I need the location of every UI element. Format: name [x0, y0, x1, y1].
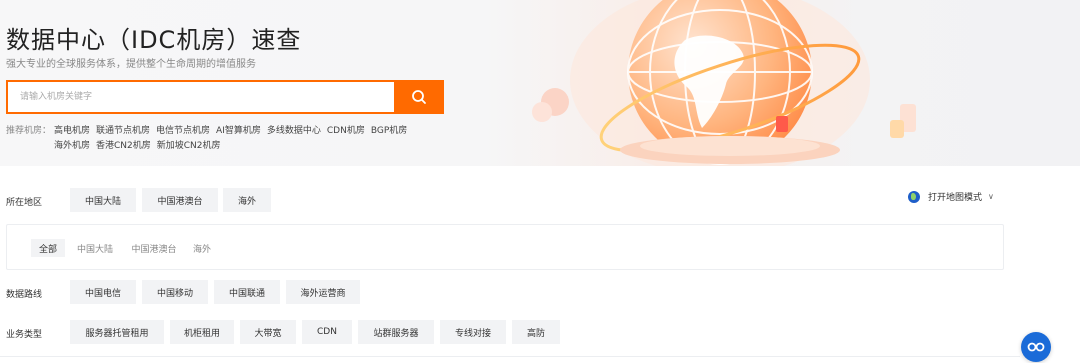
line-label: 数据路线: [6, 290, 43, 300]
recommend-link[interactable]: AI智算机房: [216, 124, 261, 139]
business-option-private-line[interactable]: 专线对接: [440, 320, 506, 344]
business-option-site-group[interactable]: 站群服务器: [358, 320, 434, 344]
recommend-link[interactable]: 联通节点机房: [96, 124, 150, 139]
recommend-link[interactable]: CDN机房: [327, 124, 365, 139]
business-option-cabinet[interactable]: 机柜租用: [170, 320, 234, 344]
business-option-cdn[interactable]: CDN: [302, 320, 352, 344]
line-option-overseas[interactable]: 海外运营商: [286, 280, 360, 304]
search-input[interactable]: [6, 80, 394, 114]
recommended-rooms: 推荐机房： 高电机房 联通节点机房 电信节点机房 AI智算机房 多线数据中心 C…: [6, 124, 446, 154]
region-option-mainland[interactable]: 中国大陆: [70, 188, 136, 212]
map-mode-label: 打开地图模式: [928, 193, 983, 203]
divider: [0, 356, 1020, 357]
recommend-link[interactable]: 高电机房: [54, 124, 90, 139]
business-option-bandwidth[interactable]: 大带宽: [240, 320, 296, 344]
recommend-link[interactable]: 香港CN2机房: [96, 139, 151, 154]
line-option-unicom[interactable]: 中国联通: [214, 280, 280, 304]
hero-globe-illustration: [532, 0, 916, 166]
sub-region-mainland[interactable]: 中国大陆: [71, 239, 119, 257]
assistant-icon: [1027, 342, 1045, 352]
business-option-ddos[interactable]: 高防: [512, 320, 560, 344]
recommend-link[interactable]: BGP机房: [371, 124, 407, 139]
sub-region-hk-mo-tw[interactable]: 中国港澳台: [125, 239, 183, 257]
floating-assistant-button[interactable]: [1021, 332, 1051, 362]
search-icon: [412, 90, 426, 104]
region-label: 所在地区: [6, 198, 43, 208]
sub-region-panel: 全部 中国大陆 中国港澳台 海外: [6, 224, 1004, 270]
page-subtitle: 强大专业的全球服务体系，提供整个生命周期的增值服务: [6, 59, 256, 70]
page-title: 数据中心（IDC机房）速查: [6, 26, 302, 54]
line-option-mobile[interactable]: 中国移动: [142, 280, 208, 304]
recommend-link[interactable]: 新加坡CN2机房: [157, 139, 221, 154]
region-option-hk-mo-tw[interactable]: 中国港澳台: [142, 188, 218, 212]
search-bar: [6, 80, 444, 114]
globe-icon: [908, 190, 920, 203]
recommend-label: 推荐机房：: [6, 126, 52, 136]
sub-region-all[interactable]: 全部: [31, 239, 65, 257]
chevron-down-icon: ∨: [988, 192, 994, 201]
sub-region-overseas[interactable]: 海外: [187, 239, 217, 257]
recommend-link[interactable]: 多线数据中心: [267, 124, 321, 139]
region-option-overseas[interactable]: 海外: [223, 188, 271, 212]
map-mode-toggle[interactable]: 打开地图模式 ∨: [908, 190, 994, 203]
recommend-link[interactable]: 电信节点机房: [156, 124, 210, 139]
recommend-link[interactable]: 海外机房: [54, 139, 90, 154]
business-option-hosting[interactable]: 服务器托管租用: [70, 320, 164, 344]
line-option-telecom[interactable]: 中国电信: [70, 280, 136, 304]
business-label: 业务类型: [6, 330, 43, 340]
search-button[interactable]: [394, 80, 444, 114]
hero-banner: 数据中心（IDC机房）速查 强大专业的全球服务体系，提供整个生命周期的增值服务 …: [0, 0, 1080, 166]
